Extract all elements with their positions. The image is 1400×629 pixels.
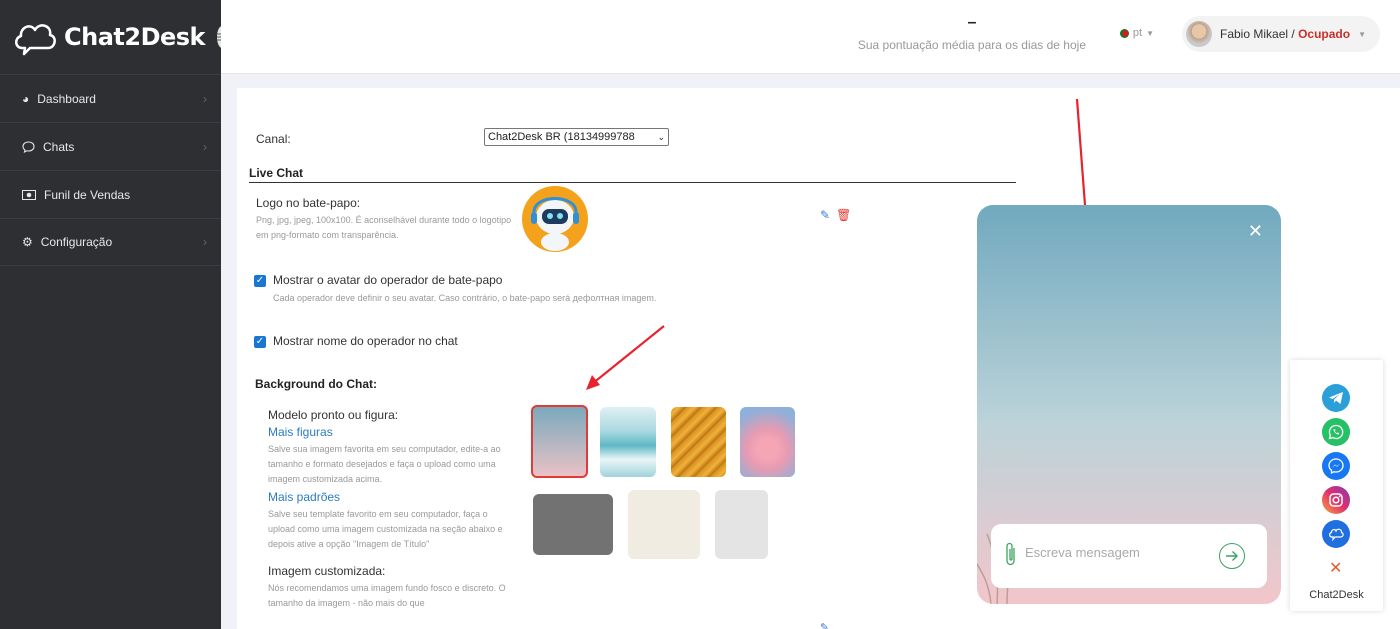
score-value: – bbox=[967, 14, 977, 31]
message-input[interactable]: Escreva mensagem bbox=[1025, 545, 1219, 560]
paperclip-icon[interactable] bbox=[1005, 541, 1017, 572]
avatar-option: ✓ Mostrar o avatar do operador de bate-p… bbox=[254, 273, 656, 303]
whatsapp-icon[interactable] bbox=[1322, 418, 1350, 446]
robot-icon bbox=[524, 188, 586, 251]
arrow-right-icon bbox=[1226, 551, 1238, 561]
sidebar-item-label: Configuração bbox=[40, 235, 113, 249]
figures-help: Salve sua imagem favorita em seu computa… bbox=[268, 444, 501, 484]
chevron-right-icon: › bbox=[203, 139, 207, 154]
name-label: Mostrar nome do operador no chat bbox=[273, 334, 458, 348]
caret-down-icon: ▼ bbox=[1358, 29, 1366, 39]
avatar-help: Cada operador deve definir o seu avatar.… bbox=[273, 293, 657, 303]
top-header: – Sua pontuação média para os dias de ho… bbox=[221, 0, 1400, 74]
sidebar-item-chats[interactable]: Chats › bbox=[0, 122, 221, 170]
chevron-down-icon: ⌄ bbox=[657, 131, 665, 142]
telegram-icon[interactable] bbox=[1322, 384, 1350, 412]
more-patterns-link[interactable]: Mais padrões bbox=[268, 490, 508, 504]
pencil-icon[interactable]: ✎ bbox=[820, 208, 830, 222]
caret-down-icon: ▼ bbox=[1146, 28, 1154, 38]
chevron-right-icon: › bbox=[203, 235, 207, 249]
sidebar-item-configuracao[interactable]: ⚙ Configuração › bbox=[0, 218, 221, 266]
portugal-flag-icon bbox=[1119, 28, 1129, 38]
user-name-text: Fabio Mikael bbox=[1220, 27, 1289, 41]
avatar bbox=[1186, 21, 1212, 47]
sidebar: Chat2Desk ◕ Dashboard › Chats › Funil de… bbox=[0, 0, 228, 629]
background-thumb-gradient[interactable] bbox=[531, 405, 588, 478]
canal-label: Canal: bbox=[256, 132, 291, 146]
sidebar-item-dashboard[interactable]: ◕ Dashboard › bbox=[0, 74, 221, 122]
chevron-right-icon: › bbox=[203, 91, 207, 106]
brand-name: Chat2Desk bbox=[64, 23, 206, 51]
model-title: Modelo pronto ou figura: bbox=[268, 408, 399, 422]
canal-select[interactable]: Chat2Desk BR (18134999788 ⌄ bbox=[484, 128, 669, 146]
background-thumb-cream[interactable] bbox=[628, 490, 700, 559]
sidebar-item-funil[interactable]: Funil de Vendas bbox=[0, 170, 221, 218]
score-label: Sua pontuação média para os dias de hoje bbox=[857, 38, 1086, 52]
chat-logo-image bbox=[522, 186, 588, 252]
chat-widget-preview: ✕ Escreva mensagem bbox=[977, 205, 1281, 604]
gear-icon: ⚙ bbox=[22, 235, 33, 249]
close-icon[interactable]: ✕ bbox=[1248, 221, 1263, 242]
messenger-panel-label: Chat2Desk bbox=[1309, 589, 1364, 601]
user-menu[interactable]: Fabio Mikael / Ocupado ▼ bbox=[1182, 16, 1380, 52]
trash-icon[interactable]: 🗑 bbox=[836, 208, 851, 222]
chat2desk-icon[interactable] bbox=[1322, 520, 1350, 548]
pencil-icon[interactable]: ✎ bbox=[820, 621, 829, 629]
background-thumb-gray-dark[interactable] bbox=[533, 494, 613, 555]
chat-bubble-icon bbox=[22, 140, 35, 153]
send-button[interactable] bbox=[1219, 543, 1245, 569]
message-composer: Escreva mensagem bbox=[991, 524, 1267, 588]
messenger-panel: ✕ Chat2Desk bbox=[1290, 360, 1383, 611]
cloud-logo-icon bbox=[15, 24, 56, 56]
custom-image-help: Nós recomendamos uma imagem fundo fosco … bbox=[268, 583, 506, 608]
instagram-icon[interactable] bbox=[1322, 486, 1350, 514]
logo-title: Logo no bate-papo: bbox=[256, 196, 361, 210]
avatar-checkbox[interactable]: ✓ bbox=[254, 275, 266, 287]
background-thumb-sand[interactable] bbox=[671, 407, 726, 477]
language-value: pt bbox=[1132, 27, 1143, 39]
user-status: Ocupado bbox=[1298, 27, 1351, 41]
logo-actions: ✎ 🗑 bbox=[820, 208, 851, 222]
language-select[interactable]: pt ▼ bbox=[1119, 27, 1154, 39]
canal-select-value: Chat2Desk BR (18134999788 bbox=[488, 131, 635, 143]
messenger-icon[interactable] bbox=[1322, 452, 1350, 480]
custom-image-title: Imagem customizada: bbox=[268, 564, 386, 578]
avatar-label: Mostrar o avatar do operador de bate-pap… bbox=[273, 273, 503, 287]
money-icon bbox=[22, 189, 36, 200]
sidebar-item-label: Funil de Vendas bbox=[44, 187, 131, 202]
section-title: Live Chat bbox=[249, 166, 1016, 183]
background-thumb-clouds[interactable] bbox=[740, 407, 795, 477]
more-figures-link[interactable]: Mais figuras bbox=[268, 425, 508, 439]
dashboard-icon: ◕ bbox=[22, 91, 30, 106]
brand-logo[interactable]: Chat2Desk bbox=[12, 18, 206, 56]
logo-help: Png, jpg, jpeg, 100x100. É aconselhável … bbox=[256, 215, 512, 240]
name-checkbox[interactable]: ✓ bbox=[254, 336, 266, 348]
close-icon[interactable]: ✕ bbox=[1329, 558, 1342, 578]
name-option: ✓ Mostrar nome do operador no chat bbox=[254, 334, 458, 348]
score-widget: – Sua pontuação média para os dias de ho… bbox=[858, 14, 1086, 52]
sidebar-item-label: Dashboard bbox=[37, 91, 96, 106]
user-separator: / bbox=[1291, 27, 1295, 41]
user-name: Fabio Mikael / Ocupado bbox=[1220, 27, 1350, 41]
sidebar-item-label: Chats bbox=[43, 139, 75, 154]
background-thumb-ice[interactable] bbox=[600, 407, 656, 477]
background-options-text: Modelo pronto ou figura: Mais figuras Sa… bbox=[268, 408, 508, 611]
patterns-help: Salve seu template favorito em seu compu… bbox=[268, 509, 503, 549]
background-thumb-light-gray[interactable] bbox=[715, 490, 768, 559]
background-title: Background do Chat: bbox=[255, 377, 377, 391]
brand: Chat2Desk bbox=[0, 0, 228, 74]
